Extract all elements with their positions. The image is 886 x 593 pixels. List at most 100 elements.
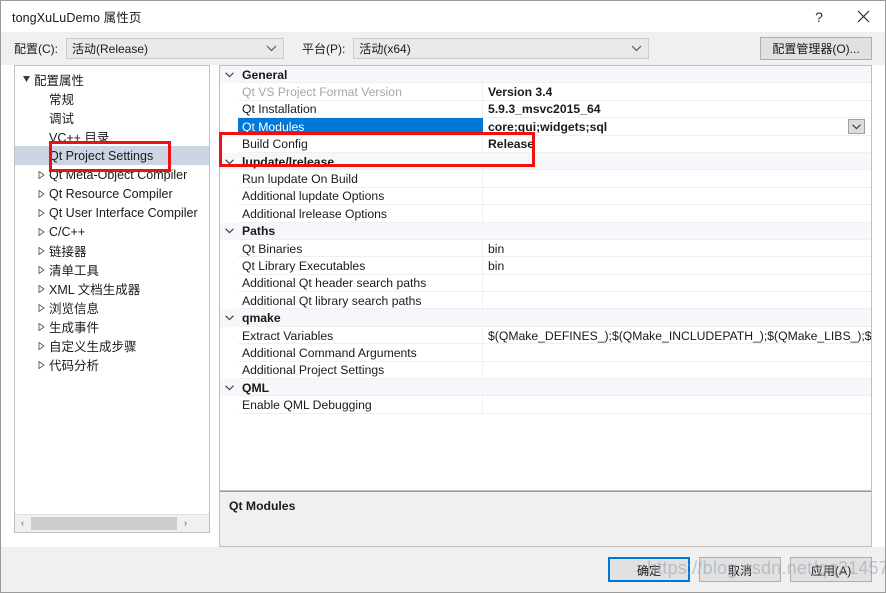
property-category-row[interactable]: Paths: [220, 222, 871, 240]
tree-item[interactable]: 常规: [15, 89, 209, 108]
property-category-row[interactable]: General: [220, 66, 871, 84]
tree-item[interactable]: 链接器: [15, 241, 209, 260]
tree-item[interactable]: 自定义生成步骤: [15, 336, 209, 355]
property-value[interactable]: [483, 292, 871, 309]
property-value[interactable]: [483, 309, 871, 326]
property-name: Run lupdate On Build: [238, 170, 483, 188]
property-value[interactable]: core;gui;widgets;sql: [483, 118, 871, 135]
platform-select[interactable]: 活动(x64): [353, 38, 650, 59]
triangle-right-icon[interactable]: [34, 284, 49, 293]
triangle-right-icon[interactable]: [34, 246, 49, 255]
property-row[interactable]: Additional lrelease Options: [220, 205, 871, 223]
tree-item[interactable]: Qt User Interface Compiler: [15, 203, 209, 222]
property-row[interactable]: Qt Binaries bin: [220, 239, 871, 258]
tree-item[interactable]: Qt Meta-Object Compiler: [15, 165, 209, 184]
triangle-right-icon[interactable]: [34, 227, 49, 236]
property-row[interactable]: Qt Installation 5.9.3_msvc2015_64: [220, 100, 871, 119]
scroll-right-icon[interactable]: ›: [178, 516, 193, 531]
property-row[interactable]: Build Config Release: [220, 135, 871, 153]
property-value[interactable]: $(QMake_DEFINES_);$(QMake_INCLUDEPATH_);…: [483, 327, 871, 344]
triangle-right-icon[interactable]: [34, 341, 49, 350]
chevron-down-icon[interactable]: [220, 228, 238, 234]
property-row[interactable]: Run lupdate On Build: [220, 170, 871, 188]
scrollbar-thumb[interactable]: [31, 517, 177, 530]
property-value[interactable]: bin: [483, 240, 871, 257]
chevron-down-icon[interactable]: [220, 385, 238, 391]
property-category-row[interactable]: QML: [220, 379, 871, 397]
property-value[interactable]: [483, 223, 871, 240]
chevron-down-icon[interactable]: [220, 159, 238, 165]
property-grid-scroll[interactable]: General Qt VS Project Format Version Versi…: [219, 65, 872, 491]
property-row[interactable]: Qt Library Executables bin: [220, 257, 871, 275]
property-row[interactable]: Additional Qt library search paths: [220, 292, 871, 310]
tree-item-label: Qt Resource Compiler: [49, 186, 173, 201]
close-icon[interactable]: [841, 2, 885, 32]
tree-item[interactable]: 调试: [15, 108, 209, 127]
tree-item[interactable]: 配置属性: [15, 70, 209, 89]
property-value[interactable]: [483, 362, 871, 379]
chevron-down-icon: [266, 39, 277, 58]
property-grid[interactable]: General Qt VS Project Format Version Versi…: [220, 66, 871, 414]
triangle-right-icon[interactable]: [34, 208, 49, 217]
property-value-text: bin: [488, 241, 505, 256]
tree-horizontal-scrollbar[interactable]: ‹ ›: [15, 514, 209, 532]
property-category-row[interactable]: lupdate/lrelease: [220, 152, 871, 171]
tree-item[interactable]: 代码分析: [15, 355, 209, 374]
property-row[interactable]: Extract Variables $(QMake_DEFINES_);$(QMa…: [220, 326, 871, 345]
property-category-row[interactable]: qmake: [220, 309, 871, 327]
property-value[interactable]: [483, 170, 871, 187]
property-name: Additional Command Arguments: [238, 344, 483, 362]
tree-item[interactable]: Qt Project Settings: [15, 146, 209, 165]
cancel-button[interactable]: 取消: [699, 557, 781, 582]
triangle-down-icon[interactable]: [19, 75, 34, 84]
property-value[interactable]: [483, 205, 871, 222]
tree-item[interactable]: VC++ 目录: [15, 127, 209, 146]
tree-item[interactable]: C/C++: [15, 222, 209, 241]
property-row[interactable]: Additional lupdate Options: [220, 187, 871, 206]
property-row[interactable]: Additional Qt header search paths: [220, 274, 871, 293]
apply-button[interactable]: 应用(A): [790, 557, 872, 582]
triangle-right-icon[interactable]: [34, 189, 49, 198]
property-value[interactable]: [483, 379, 871, 396]
property-row[interactable]: Additional Project Settings: [220, 361, 871, 380]
property-value[interactable]: 5.9.3_msvc2015_64: [483, 101, 871, 118]
property-name-text: QML: [242, 380, 270, 395]
property-value[interactable]: Release: [483, 136, 871, 153]
triangle-right-icon[interactable]: [34, 360, 49, 369]
tree-item[interactable]: 浏览信息: [15, 298, 209, 317]
property-tree[interactable]: 配置属性 常规调试 VC++ 目录 Qt Project Settings Qt Met…: [15, 66, 209, 514]
configuration-select[interactable]: 活动(Release): [66, 38, 284, 59]
help-icon[interactable]: ?: [797, 2, 841, 32]
property-value[interactable]: [483, 275, 871, 292]
triangle-right-icon[interactable]: [34, 265, 49, 274]
tree-item[interactable]: 生成事件: [15, 317, 209, 336]
configuration-manager-button[interactable]: 配置管理器(O)...: [760, 37, 872, 60]
property-row[interactable]: Enable QML Debugging: [220, 396, 871, 414]
tree-item-label: 调试: [49, 112, 75, 126]
tree-item[interactable]: XML 文档生成器: [15, 279, 209, 298]
property-value[interactable]: Version 3.4: [483, 83, 871, 100]
property-value[interactable]: [483, 396, 871, 413]
chevron-down-icon[interactable]: [220, 72, 238, 78]
property-row[interactable]: Additional Command Arguments: [220, 344, 871, 362]
property-row[interactable]: Qt VS Project Format Version Version 3.4: [220, 83, 871, 101]
property-name-text: Additional lupdate Options: [242, 189, 385, 204]
chevron-down-icon[interactable]: [220, 315, 238, 321]
triangle-right-icon[interactable]: [34, 322, 49, 331]
triangle-right-icon[interactable]: [34, 170, 49, 179]
property-row[interactable]: Qt Modules core;gui;widgets;sql: [220, 118, 871, 136]
triangle-right-icon[interactable]: [34, 303, 49, 312]
property-value[interactable]: [483, 344, 871, 361]
tree-item-label: 配置属性: [34, 74, 85, 88]
property-value-dropdown-button[interactable]: [848, 119, 865, 135]
property-value[interactable]: [483, 66, 871, 83]
property-value[interactable]: [483, 188, 871, 205]
scroll-left-icon[interactable]: ‹: [15, 516, 30, 531]
property-value[interactable]: [483, 153, 871, 170]
ok-button[interactable]: 确定: [608, 557, 690, 582]
properties-dialog: tongXuLuDemo 属性页 ? 配置(C): 活动(Release) 平台…: [0, 0, 886, 593]
property-value[interactable]: bin: [483, 257, 871, 274]
tree-item[interactable]: 清单工具: [15, 260, 209, 279]
tree-item-label: Qt Project Settings: [49, 148, 154, 163]
tree-item[interactable]: Qt Resource Compiler: [15, 184, 209, 203]
